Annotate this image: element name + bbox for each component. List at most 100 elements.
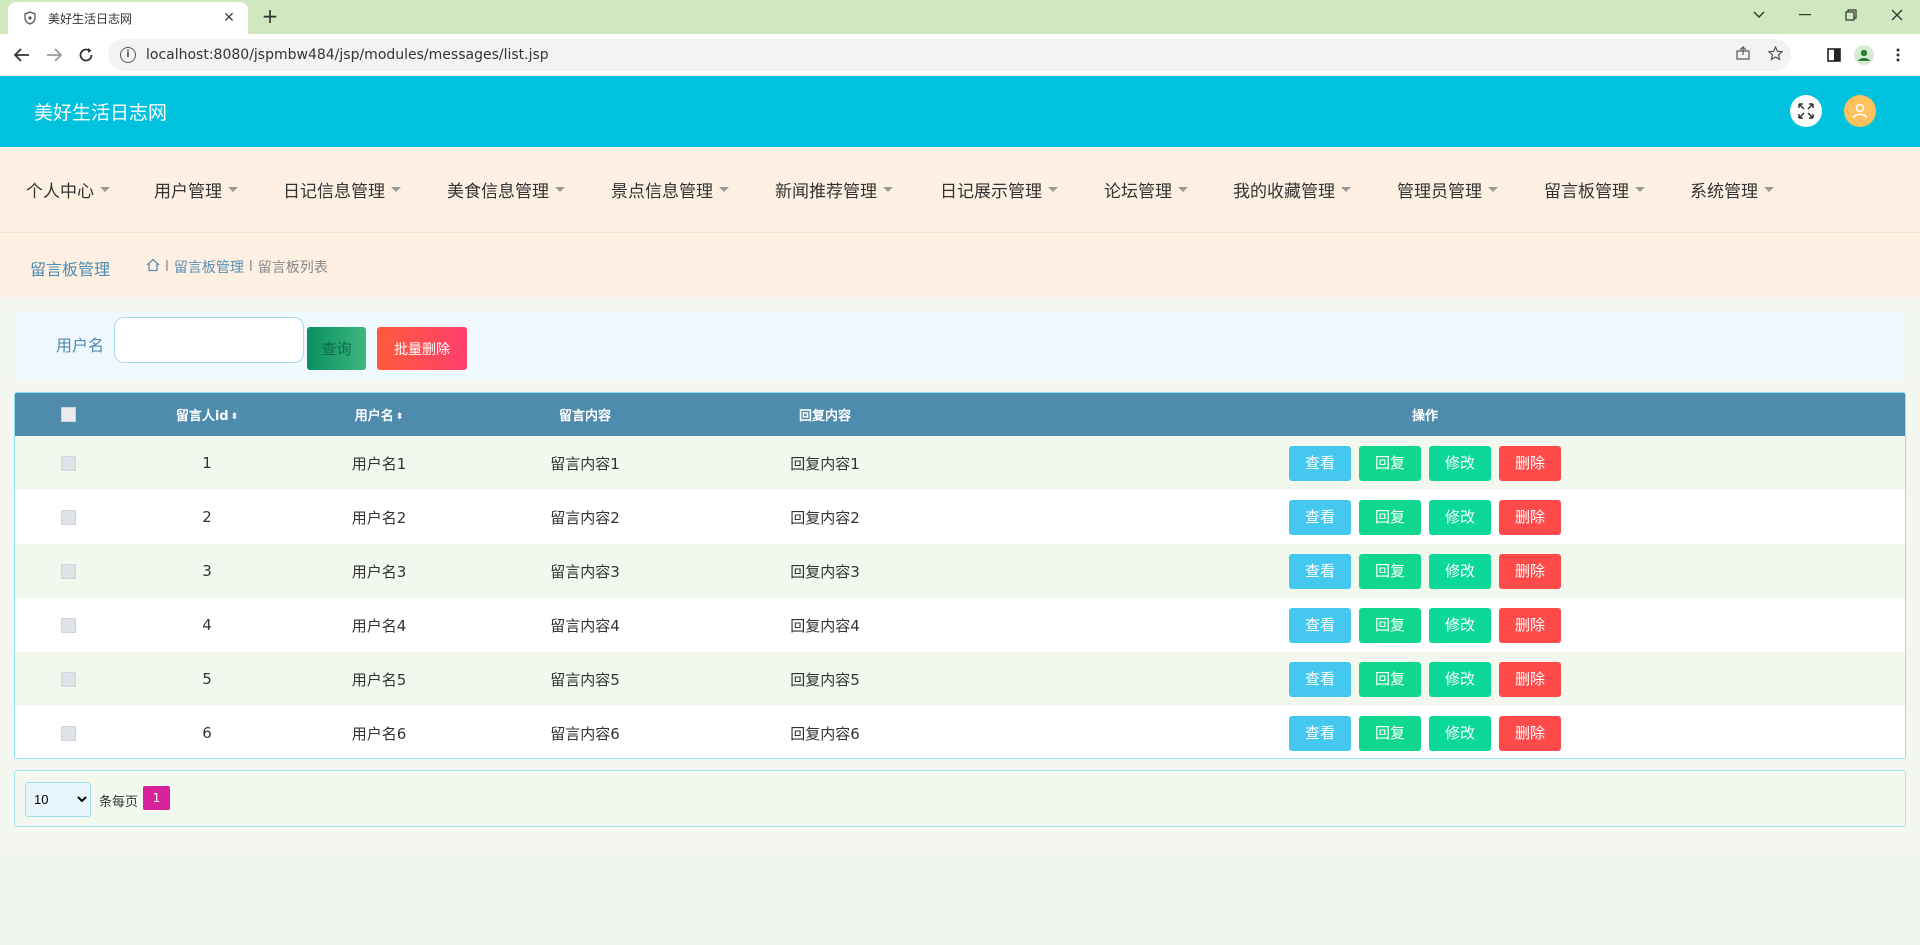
table-row: 6 用户名6 留言内容6 回复内容6 查看 回复 修改 删除 bbox=[15, 706, 1905, 758]
view-button[interactable]: 查看 bbox=[1289, 553, 1351, 589]
menu-food-info[interactable]: 美食信息管理 bbox=[447, 177, 565, 202]
row-select-cell bbox=[15, 544, 121, 598]
row-checkbox[interactable] bbox=[60, 672, 76, 687]
breadcrumb-bar: 留言板管理 l 留言板管理 l 留言板列表 bbox=[0, 232, 1920, 297]
column-header-username[interactable]: 用户名 ⬍ bbox=[293, 393, 465, 436]
view-button[interactable]: 查看 bbox=[1289, 715, 1351, 751]
edit-button[interactable]: 修改 bbox=[1429, 715, 1491, 751]
address-bar[interactable]: i localhost:8080/jspmbw484/jsp/modules/m… bbox=[108, 39, 1791, 71]
menu-admin-management[interactable]: 管理员管理 bbox=[1397, 177, 1498, 202]
reply-button[interactable]: 回复 bbox=[1359, 445, 1421, 481]
batch-delete-button[interactable]: 批量删除 bbox=[377, 327, 467, 370]
menu-favorites[interactable]: 我的收藏管理 bbox=[1233, 177, 1351, 202]
chevron-down-icon bbox=[1048, 187, 1058, 192]
edit-button[interactable]: 修改 bbox=[1429, 499, 1491, 535]
table-row: 4 用户名4 留言内容4 回复内容4 查看 回复 修改 删除 bbox=[15, 598, 1905, 652]
breadcrumb-link-message-board[interactable]: 留言板管理 bbox=[174, 257, 244, 277]
sort-icon[interactable]: ⬍ bbox=[396, 412, 404, 421]
side-panel-icon[interactable] bbox=[1822, 43, 1846, 67]
reply-button[interactable]: 回复 bbox=[1359, 499, 1421, 535]
page-number-1[interactable]: 1 bbox=[143, 786, 170, 810]
bookmark-star-icon[interactable] bbox=[1759, 45, 1791, 65]
edit-button[interactable]: 修改 bbox=[1429, 445, 1491, 481]
username-search-input[interactable] bbox=[114, 317, 304, 363]
cell-content: 留言内容6 bbox=[550, 724, 620, 743]
fullscreen-button[interactable] bbox=[1790, 95, 1822, 127]
cell-reply: 回复内容5 bbox=[790, 670, 860, 689]
home-icon[interactable] bbox=[146, 258, 160, 276]
delete-button[interactable]: 删除 bbox=[1499, 715, 1561, 751]
row-checkbox[interactable] bbox=[60, 726, 76, 741]
minimize-icon[interactable] bbox=[1782, 0, 1828, 30]
delete-button[interactable]: 删除 bbox=[1499, 607, 1561, 643]
column-header-content: 留言内容 bbox=[558, 409, 611, 424]
cell-user-id: 4 bbox=[202, 616, 212, 634]
tab-search-icon[interactable] bbox=[1736, 0, 1782, 30]
site-info-icon[interactable]: i bbox=[120, 47, 136, 63]
select-all-checkbox[interactable] bbox=[60, 407, 76, 422]
sort-icon[interactable]: ⬍ bbox=[231, 412, 239, 421]
back-icon[interactable] bbox=[10, 43, 34, 67]
reply-button[interactable]: 回复 bbox=[1359, 607, 1421, 643]
browser-toolbar: i localhost:8080/jspmbw484/jsp/modules/m… bbox=[0, 34, 1920, 76]
chevron-down-icon bbox=[719, 187, 729, 192]
menu-diary-display[interactable]: 日记展示管理 bbox=[940, 177, 1058, 202]
delete-button[interactable]: 删除 bbox=[1499, 553, 1561, 589]
reply-button[interactable]: 回复 bbox=[1359, 553, 1421, 589]
search-button[interactable]: 查询 bbox=[307, 327, 366, 370]
delete-button[interactable]: 删除 bbox=[1499, 661, 1561, 697]
view-button[interactable]: 查看 bbox=[1289, 661, 1351, 697]
view-button[interactable]: 查看 bbox=[1289, 445, 1351, 481]
menu-personal-center[interactable]: 个人中心 bbox=[26, 177, 110, 202]
column-header-user-id[interactable]: 留言人id ⬍ bbox=[121, 393, 293, 436]
menu-scenic-info[interactable]: 景点信息管理 bbox=[611, 177, 729, 202]
close-tab-icon[interactable]: ✕ bbox=[220, 10, 238, 26]
cell-content: 留言内容2 bbox=[550, 508, 620, 527]
reply-button[interactable]: 回复 bbox=[1359, 715, 1421, 751]
browser-tab[interactable]: 美好生活日志网 ✕ bbox=[8, 2, 248, 34]
row-checkbox[interactable] bbox=[60, 510, 76, 525]
cell-username: 用户名1 bbox=[351, 454, 407, 473]
new-tab-button[interactable]: + bbox=[258, 4, 282, 28]
edit-button[interactable]: 修改 bbox=[1429, 553, 1491, 589]
chevron-down-icon bbox=[1764, 187, 1774, 192]
cell-reply: 回复内容2 bbox=[790, 508, 860, 527]
user-avatar-button[interactable] bbox=[1844, 95, 1876, 127]
column-header-actions: 操作 bbox=[1411, 409, 1438, 424]
row-checkbox[interactable] bbox=[60, 618, 76, 633]
close-window-icon[interactable] bbox=[1874, 0, 1920, 30]
edit-button[interactable]: 修改 bbox=[1429, 661, 1491, 697]
breadcrumb-separator: l bbox=[248, 259, 253, 275]
edit-button[interactable]: 修改 bbox=[1429, 607, 1491, 643]
cell-actions: 查看 回复 修改 删除 bbox=[945, 436, 1905, 490]
breadcrumb-current: 留言板列表 bbox=[257, 260, 328, 276]
row-select-cell bbox=[15, 436, 121, 490]
forward-icon[interactable] bbox=[42, 43, 66, 67]
breadcrumb: l 留言板管理 l 留言板列表 bbox=[146, 257, 328, 277]
delete-button[interactable]: 删除 bbox=[1499, 445, 1561, 481]
delete-button[interactable]: 删除 bbox=[1499, 499, 1561, 535]
menu-news-recommend[interactable]: 新闻推荐管理 bbox=[775, 177, 893, 202]
menu-message-board[interactable]: 留言板管理 bbox=[1544, 177, 1645, 202]
view-button[interactable]: 查看 bbox=[1289, 499, 1351, 535]
share-icon[interactable] bbox=[1727, 46, 1759, 64]
browser-menu-icon[interactable] bbox=[1886, 43, 1910, 67]
cell-actions: 查看 回复 修改 删除 bbox=[945, 652, 1905, 706]
menu-system[interactable]: 系统管理 bbox=[1690, 177, 1774, 202]
reload-icon[interactable] bbox=[74, 43, 98, 67]
page-size-select[interactable]: 10 bbox=[25, 782, 91, 817]
cell-user-id: 5 bbox=[202, 670, 212, 688]
menu-forum[interactable]: 论坛管理 bbox=[1104, 177, 1188, 202]
menu-diary-info[interactable]: 日记信息管理 bbox=[283, 177, 401, 202]
site-favicon-icon bbox=[22, 10, 38, 26]
row-checkbox[interactable] bbox=[60, 456, 76, 471]
view-button[interactable]: 查看 bbox=[1289, 607, 1351, 643]
column-header-reply: 回复内容 bbox=[798, 409, 851, 424]
row-checkbox[interactable] bbox=[60, 564, 76, 579]
chevron-down-icon bbox=[1341, 187, 1351, 192]
reply-button[interactable]: 回复 bbox=[1359, 661, 1421, 697]
restore-icon[interactable] bbox=[1828, 0, 1874, 30]
cell-actions: 查看 回复 修改 删除 bbox=[945, 490, 1905, 544]
menu-user-management[interactable]: 用户管理 bbox=[154, 177, 238, 202]
profile-avatar-icon[interactable] bbox=[1852, 43, 1876, 67]
